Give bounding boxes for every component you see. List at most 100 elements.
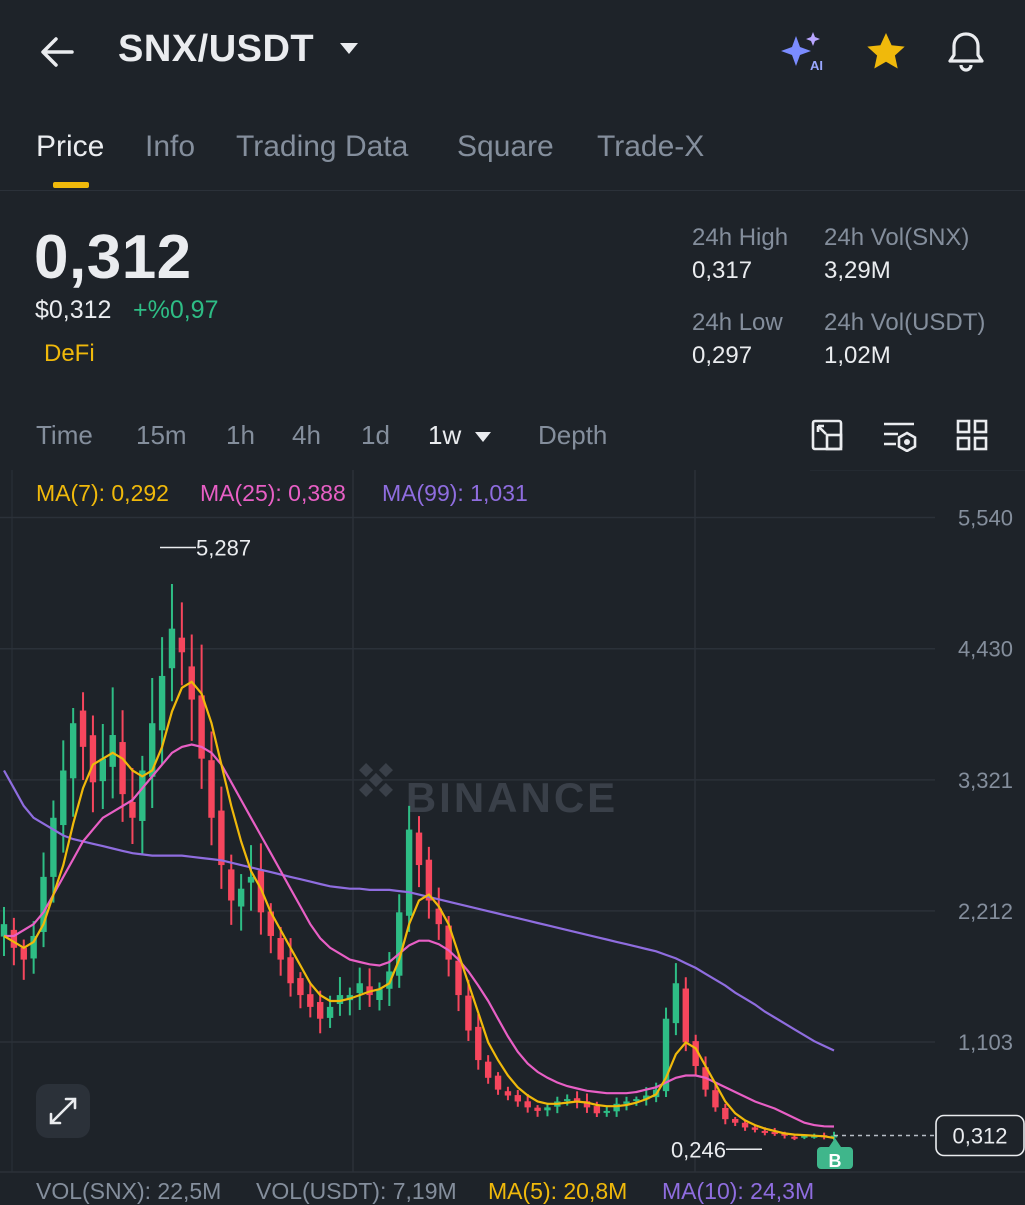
bell-icon[interactable] [942,28,990,76]
candle-body [109,735,116,767]
candlestick-chart-svg[interactable]: 5,540 4,430 3,321 2,212 1,103 BINANCE 5,287 0,2… [0,469,1025,1200]
trading-pair-title[interactable]: SNX/USDT [118,28,314,71]
timeframe-1w[interactable]: 1w [428,420,461,451]
candle-body [247,876,255,883]
buy-marker-label: B [829,1151,842,1171]
price-change-percent: +%0,97 [133,296,219,324]
timeframe-1h[interactable]: 1h [226,420,255,451]
candle-body [178,637,186,653]
high-label: 24h High [692,224,789,251]
vol-ma5-legend: MA(5): 20,8M [488,1178,628,1204]
tab-info[interactable]: Info [145,130,195,164]
vol-quote-label: 24h Vol(USDT) [824,309,986,336]
candle-body [287,957,294,984]
max-price-label: 5,287 [196,535,251,560]
candle-body [405,829,413,916]
candle-body [326,1006,334,1018]
candle-body [89,735,97,783]
candle-body [316,1002,324,1019]
candle-body [524,1101,531,1108]
tab-price[interactable]: Price [36,130,104,164]
candle-body [277,937,284,960]
current-price-label: 0,312 [952,1123,1007,1148]
fullscreen-button[interactable] [36,1084,90,1138]
y-tick-label: 3,321 [958,768,1013,793]
candle-body [60,770,67,826]
layout-grid-icon[interactable] [955,418,989,457]
candle-body [99,758,107,782]
y-tick-label: 1,103 [958,1030,1013,1055]
favorite-star-icon[interactable] [862,28,910,76]
candle-body [494,1075,502,1090]
y-tick-label: 4,430 [958,637,1013,662]
timeframe-caret-icon[interactable] [474,430,492,448]
candle-body [208,760,215,818]
low-value: 0,297 [692,342,753,369]
candle-body [722,1107,729,1120]
candle-body [465,995,472,1031]
ma7-line [3,680,835,1139]
watermark-text: BINANCE [406,774,618,821]
candle-body [455,960,462,996]
candle-body [237,888,245,907]
candle-body [129,801,136,818]
candle-body [168,628,176,669]
vol-quote-value: 1,02M [824,342,891,369]
svg-text:AI: AI [810,58,823,73]
candle-body [564,1099,571,1102]
candle-body [544,1107,551,1111]
candle-body [307,994,314,1007]
candle-body [415,832,423,866]
fiat-price: $0,312 [35,296,112,324]
timeframe-depth[interactable]: Depth [538,420,607,451]
last-price: 0,312 [34,223,192,292]
candle-body [712,1090,719,1108]
price-chart[interactable]: 5,540 4,430 3,321 2,212 1,103 BINANCE 5,287 0,2… [0,469,1025,1200]
back-arrow-icon[interactable] [36,30,80,74]
candle-body [791,1136,798,1139]
candle-body [504,1091,512,1096]
vol-quote-legend: VOL(USDT): 7,19M [256,1178,457,1204]
tab-trading-data[interactable]: Trading Data [236,130,408,164]
tab-square[interactable]: Square [457,130,554,164]
vol-base-label: 24h Vol(SNX) [824,224,970,251]
dropdown-caret-icon[interactable] [338,40,360,63]
candle-body [158,675,166,731]
timeframe-4h[interactable]: 4h [292,420,321,451]
tab-trade-x[interactable]: Trade-X [597,130,704,164]
candle-body [593,1106,601,1114]
category-tag[interactable]: DeFi [44,340,95,368]
low-label: 24h Low [692,309,783,336]
ma99-legend: MA(99): 1,031 [382,480,528,506]
candle-body [603,1110,610,1113]
vol-base-legend: VOL(SNX): 22,5M [36,1178,222,1204]
ai-sparkle-icon[interactable]: AI [778,28,826,76]
timeframe-time[interactable]: Time [36,420,93,451]
candle-body [761,1130,769,1133]
indicator-settings-icon[interactable] [882,420,918,457]
vol-base-value: 3,29M [824,257,891,284]
candle-body [731,1118,739,1123]
candle-body [475,1026,482,1061]
candle-body [69,723,77,779]
candle-body [514,1095,522,1102]
ma25-legend: MA(25): 0,388 [200,480,346,506]
candle-body [10,929,18,948]
timeframe-1d[interactable]: 1d [361,420,390,451]
candle-body [0,924,8,937]
candle-body [682,988,689,1043]
candle-body [20,947,27,960]
high-value: 0,317 [692,257,753,284]
timeframe-15m[interactable]: 15m [136,420,187,451]
candle-body [79,710,87,747]
candle-body [672,983,680,1024]
candle-body [484,1061,492,1078]
candle-body [50,817,57,877]
candle-body [356,983,363,993]
expand-icon [49,1097,77,1125]
candle-body [297,978,304,996]
chart-settings-icon[interactable] [810,418,844,457]
candle-body [534,1107,541,1111]
candle-body [139,770,146,821]
candle-body [751,1127,759,1130]
